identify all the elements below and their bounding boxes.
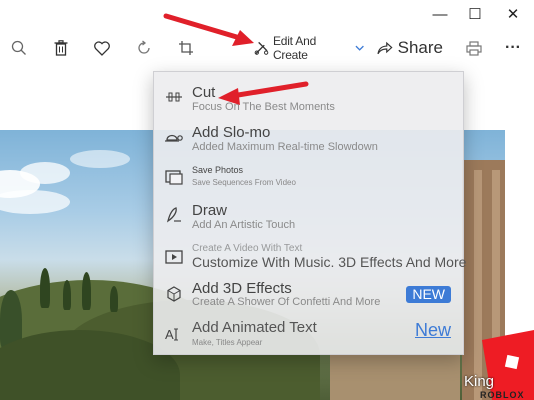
sparkle-3d-icon (164, 285, 184, 305)
annotation-arrow-cut (218, 81, 309, 105)
menu-item-subtitle: Add An Artistic Touch (192, 219, 296, 231)
pen-icon (164, 205, 184, 225)
trash-icon (54, 40, 68, 56)
turtle-icon (164, 127, 184, 147)
minimize-icon: — (432, 5, 448, 23)
menu-item-slo-mo[interactable]: Add Slo-mo Added Maximum Real-time Slowd… (154, 122, 463, 156)
edit-and-create-button[interactable]: Edit And Create (254, 34, 364, 62)
video-text-icon (164, 247, 184, 267)
menu-item-subtitle: Added Maximum Real-time Slowdown (192, 141, 378, 153)
print-button[interactable] (463, 34, 485, 62)
close-icon: ✕ (506, 6, 520, 23)
menu-item-title: Add Slo-mo (192, 124, 271, 141)
rotate-button[interactable] (133, 34, 155, 62)
menu-item-video-with-text[interactable]: Create A Video With Text Customize With … (154, 242, 467, 276)
edit-and-create-label: Edit And Create (272, 34, 317, 62)
title-bar: — ☐ ✕ (0, 0, 534, 28)
edit-create-menu: Cut Focus On The Best Moments Add Slo-mo… (153, 71, 467, 355)
zoom-button[interactable] (8, 34, 30, 62)
toolbar: Edit And Create Share ··· (0, 28, 534, 68)
minimize-button[interactable]: — (423, 2, 457, 26)
menu-item-title: Save Photos (192, 165, 244, 175)
maximize-button[interactable]: ☐ (458, 2, 492, 26)
more-icon: ··· (505, 39, 521, 56)
menu-item-title: Add Animated Text (192, 319, 317, 336)
heart-icon (94, 40, 110, 56)
menu-item-ghost-title: Create A Video With Text (192, 243, 303, 254)
menu-item-subtitle: Save Sequences From Video (192, 178, 296, 187)
watermark-king: King (464, 373, 495, 390)
menu-item-3d-effects[interactable]: Add 3D Effects Create A Shower Of Confet… (154, 280, 463, 314)
save-photo-icon (164, 167, 184, 187)
menu-item-title: Add 3D Effects (192, 280, 292, 297)
menu-item-save-photos[interactable]: Save Photos Save Sequences From Video (154, 162, 463, 192)
animated-text-icon: A (164, 324, 184, 344)
more-options-button[interactable]: ··· (502, 34, 524, 62)
annotation-arrow-edit (163, 13, 254, 46)
menu-item-subtitle: Make, Titles Appear (192, 338, 263, 347)
delete-button[interactable] (50, 34, 72, 62)
new-badge: New (414, 320, 451, 340)
zoom-in-icon (11, 40, 26, 55)
share-button[interactable]: Share (377, 34, 443, 62)
print-icon (466, 40, 482, 56)
menu-item-title: Customize With Music. 3D Effects And Mor… (192, 254, 467, 270)
new-badge: NEW (406, 286, 451, 303)
favorite-button[interactable] (91, 34, 113, 62)
watermark-roblox: ROBLOX (480, 390, 525, 400)
share-icon (377, 41, 393, 55)
maximize-icon: ☐ (468, 6, 482, 23)
close-button[interactable]: ✕ (496, 2, 530, 26)
trim-icon (164, 87, 184, 107)
menu-item-subtitle: Create A Shower Of Confetti And More (192, 296, 381, 308)
menu-item-draw[interactable]: Draw Add An Artistic Touch (154, 200, 463, 234)
menu-item-animated-text[interactable]: A Add Animated Text Make, Titles Appear … (154, 318, 463, 352)
menu-item-title: Draw (192, 202, 228, 219)
rotate-icon (138, 40, 150, 54)
svg-text:A: A (165, 327, 174, 342)
chevron-down-icon (355, 45, 364, 51)
share-label: Share (397, 38, 443, 57)
